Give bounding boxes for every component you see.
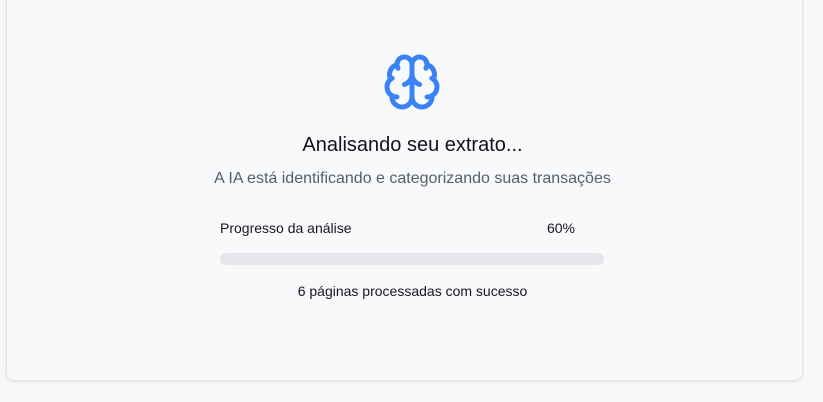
status-message: 6 páginas processadas com sucesso (297, 283, 528, 299)
progress-bar (220, 253, 604, 265)
progress-bar-fill (220, 253, 451, 265)
brain-icon (381, 52, 443, 112)
progress-label: Progresso da análise (220, 220, 352, 236)
analysis-card: Analisando seu extrato... A IA está iden… (6, 0, 803, 381)
analysis-title: Analisando seu extrato... (302, 134, 523, 156)
analysis-subtitle: A IA está identificando e categorizando … (214, 170, 611, 187)
progress-percentage: 60% (546, 220, 575, 236)
page: Analisando seu extrato... A IA está iden… (0, 0, 823, 402)
